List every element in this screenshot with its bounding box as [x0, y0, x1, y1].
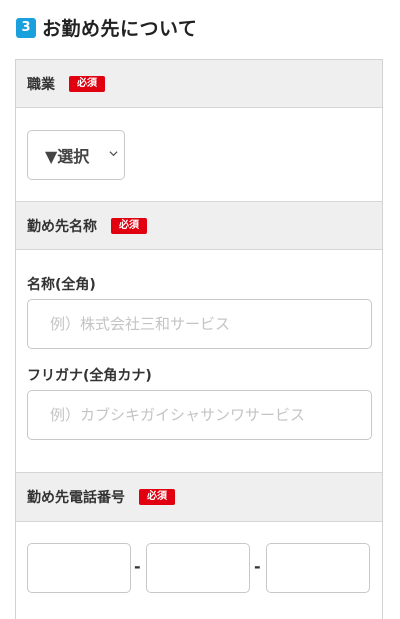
phone-exchange-input[interactable] [146, 543, 250, 593]
employer-form: 職業 必須 ▼選択 勤め先名称 必須 名称(全角) フリガナ(全角カナ) 勤め先… [15, 59, 383, 619]
employer-name-label: 名称(全角) [27, 277, 96, 293]
employer-label: 勤め先名称 [27, 218, 97, 235]
employer-name-input[interactable] [27, 299, 372, 349]
phone-label: 勤め先電話番号 [27, 490, 125, 506]
employer-row-header: 勤め先名称 必須 [16, 201, 382, 250]
required-badge: 必須 [139, 489, 175, 505]
phone-area-code-input[interactable] [27, 543, 131, 593]
section-title: お勤め先について [42, 18, 198, 40]
employer-kana-input[interactable] [27, 390, 372, 440]
occupation-row-header: 職業 必須 [16, 60, 382, 108]
phone-separator: - [254, 557, 261, 576]
occupation-select-value: ▼選択 [45, 147, 90, 166]
step-number-badge: 3 [16, 17, 36, 38]
section-header: 3 お勤め先について [16, 14, 197, 41]
phone-separator: - [134, 557, 141, 576]
occupation-select[interactable]: ▼選択 [27, 130, 125, 180]
phone-line-number-input[interactable] [266, 543, 370, 593]
chevron-down-icon [109, 151, 118, 157]
occupation-label: 職業 [27, 76, 55, 93]
phone-row-header: 勤め先電話番号 必須 [16, 472, 382, 522]
employer-kana-label: フリガナ(全角カナ) [27, 368, 152, 384]
required-badge: 必須 [69, 75, 105, 92]
required-badge: 必須 [111, 217, 147, 234]
